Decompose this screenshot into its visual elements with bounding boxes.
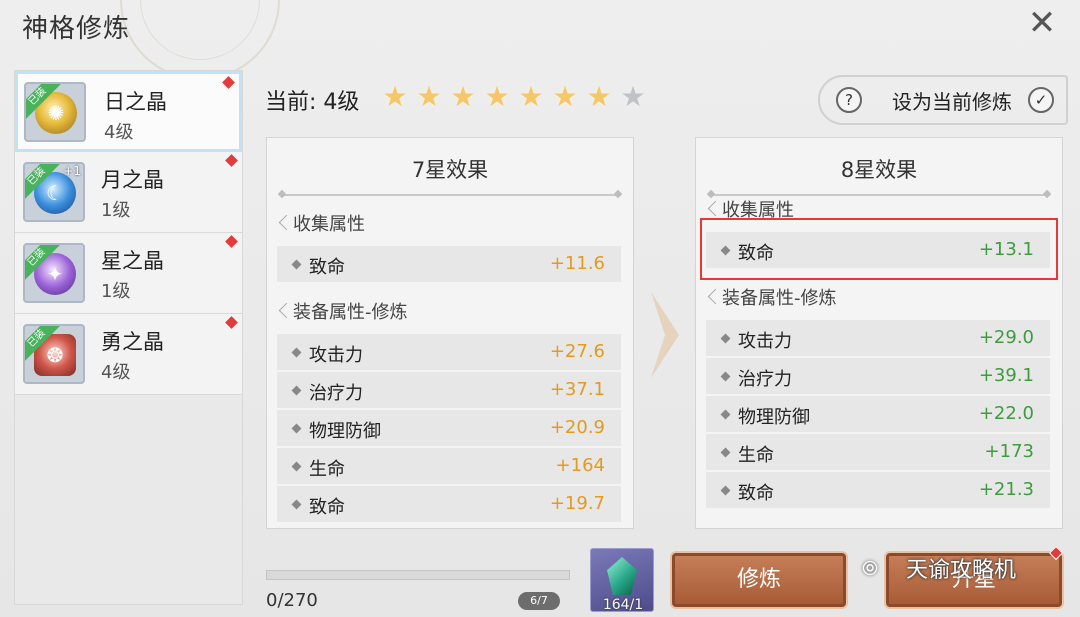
stat-name: 生命	[309, 459, 345, 480]
next-effects-panel: 8星效果 收集属性 致命 +13.1 装备属性-修炼 攻击力 +29.0 治疗力 …	[695, 137, 1063, 529]
star-icon: ★	[518, 80, 544, 113]
stat-value: +173	[984, 441, 1034, 462]
notification-dot	[222, 76, 235, 89]
set-current-label[interactable]: 设为当前修炼	[892, 86, 1012, 115]
bullet-icon	[291, 461, 302, 472]
material-count: 164/1	[602, 597, 644, 613]
star-icon: ★	[382, 80, 408, 113]
current-level-label: 当前: 4级	[265, 90, 360, 115]
set-current-checkbox[interactable]: ✓	[1028, 87, 1054, 113]
stat-row: 物理防御 +20.9	[277, 410, 621, 446]
crystal-list-item[interactable]: ☾ 已装 +1 月之晶 1级	[15, 152, 242, 233]
step-badge: 6/7	[518, 592, 560, 610]
crystal-list-item[interactable]: ✦ 已装 星之晶 1级	[15, 233, 242, 314]
highlight-box	[700, 218, 1058, 280]
section-label: 收集属性	[267, 196, 633, 246]
close-icon[interactable]: ✕	[1026, 6, 1058, 40]
bullet-icon	[720, 409, 731, 420]
wechat-icon: ⦾	[862, 556, 878, 580]
stat-row: 生命 +173	[706, 434, 1050, 470]
crystal-name: 勇之晶	[101, 330, 164, 354]
bullet-icon	[720, 485, 731, 496]
progress-text: 0/270	[266, 590, 318, 611]
panel-title: 7星效果	[411, 158, 489, 182]
stat-row: 攻击力 +27.6	[277, 334, 621, 370]
material-item[interactable]: 164/1	[590, 548, 654, 613]
bullet-icon	[720, 333, 731, 344]
stat-name: 攻击力	[309, 345, 363, 366]
bullet-icon	[720, 447, 731, 458]
stat-row: 治疗力 +39.1	[706, 358, 1050, 394]
crystal-thumbnail: ☾ 已装 +1	[23, 162, 85, 222]
current-effects-panel: 7星效果 收集属性 致命 +11.6 装备属性-修炼 攻击力 +27.6 治疗力 …	[266, 137, 634, 529]
crystal-level: 4级	[101, 362, 131, 383]
crystal-name: 星之晶	[101, 249, 164, 273]
star-icon: ★	[450, 80, 476, 113]
crystal-level: 1级	[101, 281, 131, 302]
crystal-level: 4级	[104, 122, 134, 143]
stat-name: 致命	[309, 497, 345, 518]
crystal-thumbnail: ❂ 已装	[23, 324, 85, 384]
stat-value: +19.7	[549, 493, 605, 514]
star-rating: ★ ★ ★ ★ ★ ★ ★ ★	[378, 80, 650, 114]
progress-bar	[266, 570, 570, 580]
stat-row: 攻击力 +29.0	[706, 320, 1050, 356]
crystal-level: 1级	[101, 200, 131, 221]
stat-name: 治疗力	[738, 369, 792, 390]
crystal-list: ✺ 已装 日之晶 4级 ☾ 已装 +1 月之晶 1级 ✦ 已装 星之晶 1级 ❂…	[14, 70, 243, 605]
help-button[interactable]: ?	[836, 87, 862, 113]
crystal-thumbnail: ✺ 已装	[24, 82, 86, 142]
stat-name: 生命	[738, 445, 774, 466]
crystal-name: 月之晶	[101, 168, 164, 192]
watermark-text: 天谕攻略机	[906, 558, 1017, 583]
stat-name: 致命	[309, 257, 345, 278]
stat-name: 攻击力	[738, 331, 792, 352]
stat-value: +37.1	[549, 379, 605, 400]
stat-name: 治疗力	[309, 383, 363, 404]
notification-dot	[225, 316, 238, 329]
notification-dot	[225, 154, 238, 167]
notification-dot	[225, 235, 238, 248]
stat-value: +21.3	[978, 479, 1034, 500]
stat-row: 治疗力 +37.1	[277, 372, 621, 408]
crystal-list-item[interactable]: ✺ 已装 日之晶 4级	[15, 71, 242, 152]
bullet-icon	[291, 259, 302, 270]
crystal-icon	[607, 557, 637, 595]
section-label: 装备属性-修炼	[267, 284, 633, 334]
stat-name: 致命	[738, 483, 774, 504]
bullet-icon	[291, 423, 302, 434]
star-icon: ★	[484, 80, 510, 113]
stat-row: 致命 +11.6	[277, 246, 621, 282]
star-icon: ★	[552, 80, 578, 113]
stat-row: 物理防御 +22.0	[706, 396, 1050, 432]
crystal-name: 日之晶	[104, 90, 167, 114]
stat-name: 物理防御	[738, 407, 810, 428]
bullet-icon	[291, 385, 302, 396]
stat-value: +29.0	[978, 327, 1034, 348]
stat-value: +11.6	[549, 253, 605, 274]
plus-badge: +1	[63, 164, 81, 178]
train-button[interactable]: 修炼	[670, 551, 848, 609]
stat-row: 生命 +164	[277, 448, 621, 484]
crystal-thumbnail: ✦ 已装	[23, 243, 85, 303]
stat-row: 致命 +19.7	[277, 486, 621, 522]
window-title: 神格修炼	[22, 14, 131, 44]
stat-value: +164	[555, 455, 605, 476]
stat-value: +20.9	[549, 417, 605, 438]
bullet-icon	[720, 371, 731, 382]
chevron-right-icon	[651, 292, 679, 378]
stat-value: +39.1	[978, 365, 1034, 386]
crystal-list-item[interactable]: ❂ 已装 勇之晶 4级	[15, 314, 242, 395]
stat-value: +22.0	[978, 403, 1034, 424]
stat-row: 致命 +21.3	[706, 472, 1050, 508]
stat-value: +27.6	[549, 341, 605, 362]
star-icon: ★	[620, 80, 646, 113]
star-icon: ★	[586, 80, 612, 113]
bullet-icon	[291, 347, 302, 358]
bullet-icon	[291, 499, 302, 510]
stat-name: 物理防御	[309, 421, 381, 442]
star-icon: ★	[416, 80, 442, 113]
